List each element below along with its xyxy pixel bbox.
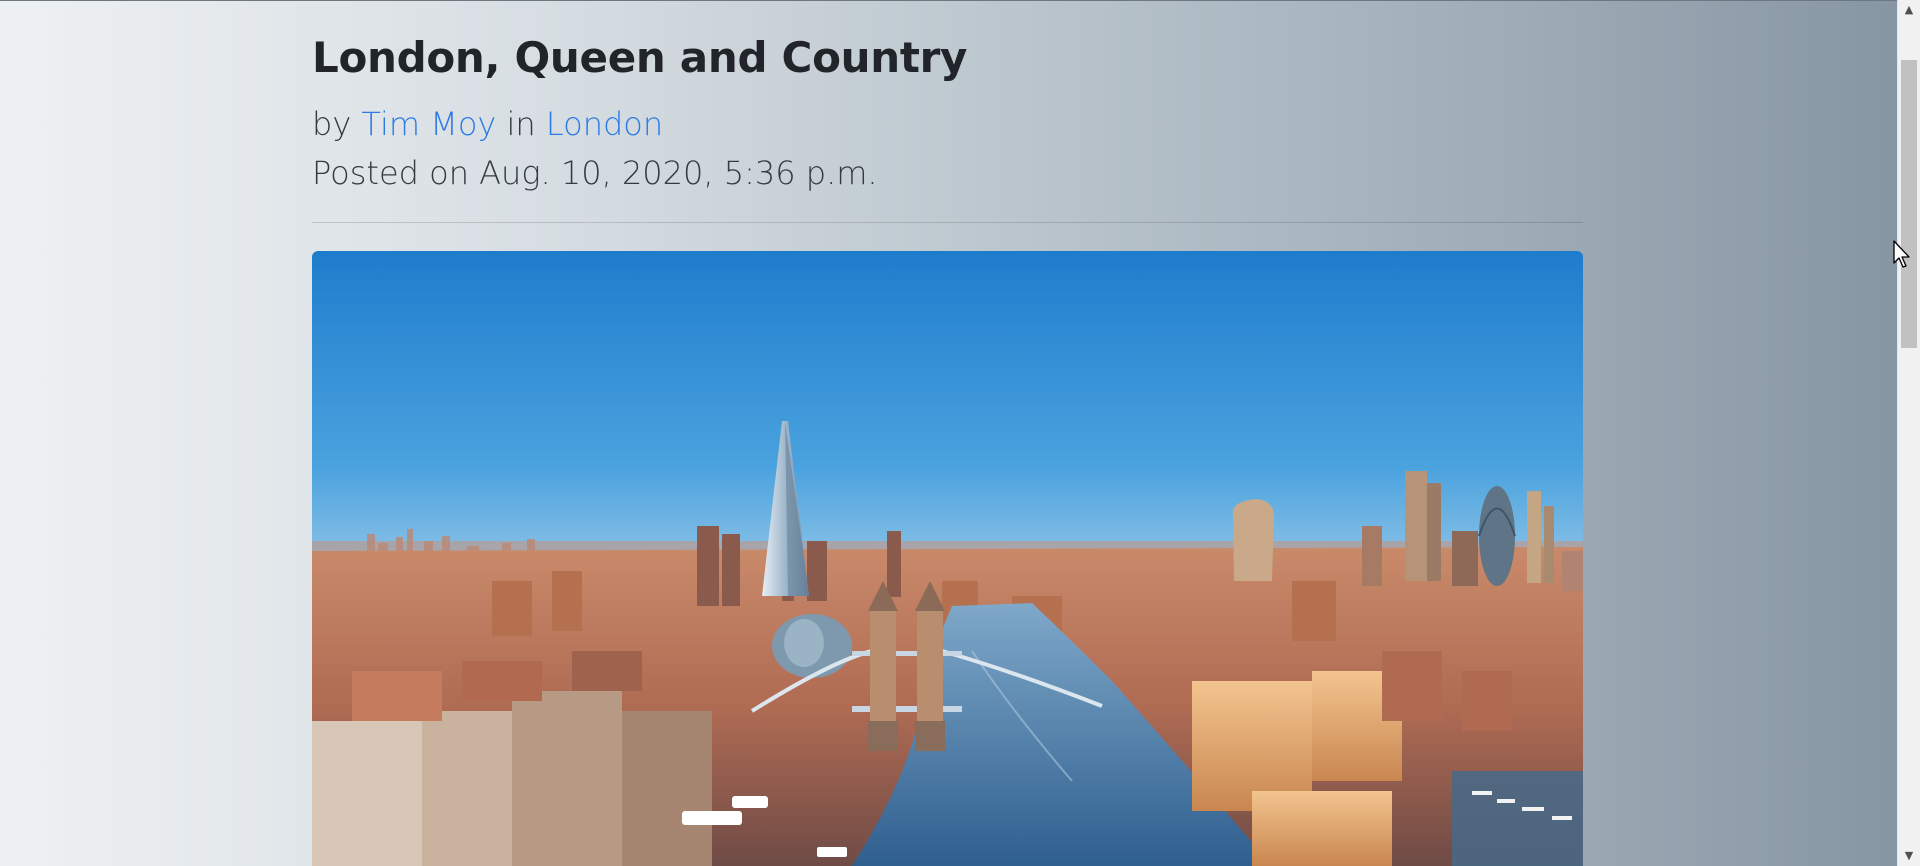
location-link[interactable]: London (546, 105, 663, 143)
post-title: London, Queen and Country (312, 33, 968, 82)
post-date: Posted on Aug. 10, 2020, 5:36 p.m. (312, 154, 878, 192)
scrollbar-thumb[interactable] (1901, 60, 1917, 348)
post-byline: by Tim Moy in London (312, 102, 663, 146)
header-divider (312, 222, 1583, 223)
london-skyline-illustration (312, 251, 1583, 866)
byline-in: in (506, 105, 536, 143)
vertical-scrollbar[interactable]: ▲ ▼ (1897, 0, 1920, 866)
window-top-border (0, 0, 1897, 1)
author-link[interactable]: Tim Moy (361, 105, 496, 143)
byline-by: by (312, 105, 352, 143)
page-background: London, Queen and Country by Tim Moy in … (0, 0, 1897, 866)
scroll-down-arrow-icon[interactable]: ▼ (1898, 846, 1920, 866)
scroll-up-arrow-icon[interactable]: ▲ (1898, 0, 1920, 20)
hero-image (312, 251, 1583, 866)
